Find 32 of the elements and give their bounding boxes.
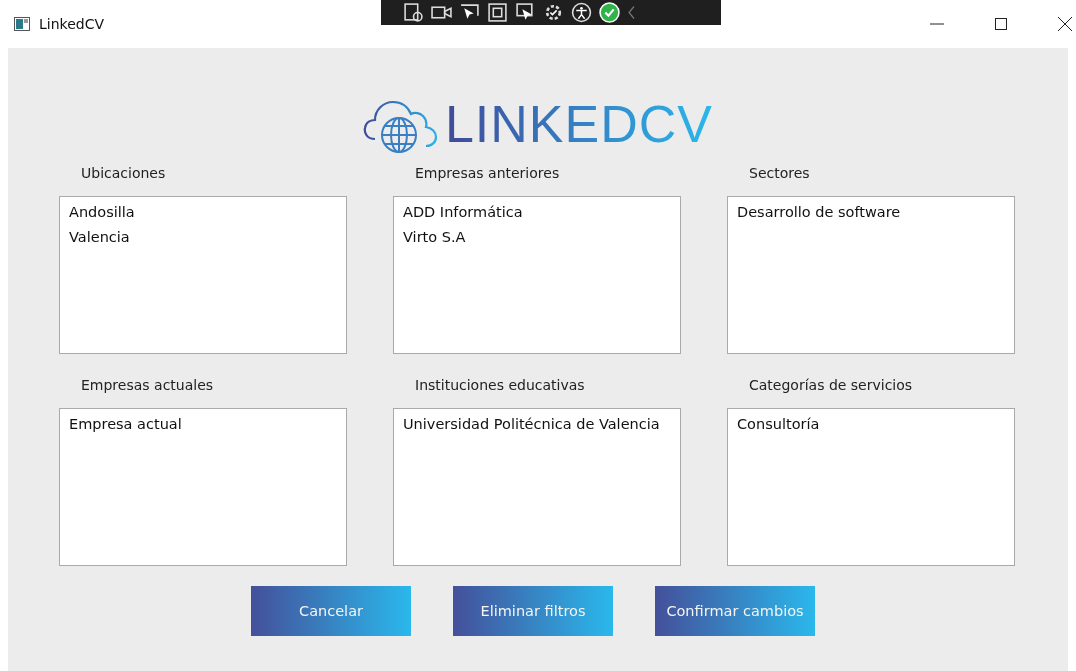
list-item[interactable]: Valencia xyxy=(69,225,337,250)
app-icon xyxy=(14,17,30,31)
maximize-icon[interactable] xyxy=(994,17,1008,31)
list-item[interactable]: Virto S.A xyxy=(403,225,671,250)
pointer-icon[interactable] xyxy=(515,1,536,23)
list-box[interactable]: ADD Informática Virto S.A xyxy=(393,196,681,354)
list-item[interactable]: Desarrollo de software xyxy=(737,200,1005,225)
accessibility-icon[interactable] xyxy=(571,1,592,23)
check-icon[interactable] xyxy=(599,1,620,23)
list-item[interactable]: ADD Informática xyxy=(403,200,671,225)
list-item[interactable]: Consultoría xyxy=(737,412,1005,437)
action-button[interactable]: Cancelar xyxy=(251,586,411,636)
list-label: Instituciones educativas xyxy=(414,376,586,395)
list-label: Empresas anteriores xyxy=(414,164,561,183)
list-label: Ubicaciones xyxy=(80,164,167,183)
square-icon[interactable] xyxy=(487,1,508,23)
action-button[interactable]: Eliminar filtros xyxy=(453,586,613,636)
list-label: Empresas actuales xyxy=(80,376,215,395)
list-item[interactable]: Empresa actual xyxy=(69,412,337,437)
list-label: Sectores xyxy=(748,164,811,183)
window-title: LinkedCV xyxy=(39,16,105,32)
list-item[interactable]: Universidad Politécnica de Valencia xyxy=(403,412,671,437)
close-icon[interactable] xyxy=(1058,17,1072,31)
list-item[interactable]: Andosilla xyxy=(69,200,337,225)
select-element-icon[interactable] xyxy=(403,1,424,23)
list-box[interactable]: Empresa actual xyxy=(59,408,347,566)
list-box[interactable]: Universidad Politécnica de Valencia xyxy=(393,408,681,566)
list-box[interactable]: Andosilla Valencia xyxy=(59,196,347,354)
list-box[interactable]: Consultoría xyxy=(727,408,1015,566)
action-button[interactable]: Confirmar cambios xyxy=(655,586,815,636)
list-box[interactable]: Desarrollo de software xyxy=(727,196,1015,354)
list-label: Categorías de servicios xyxy=(748,376,914,395)
